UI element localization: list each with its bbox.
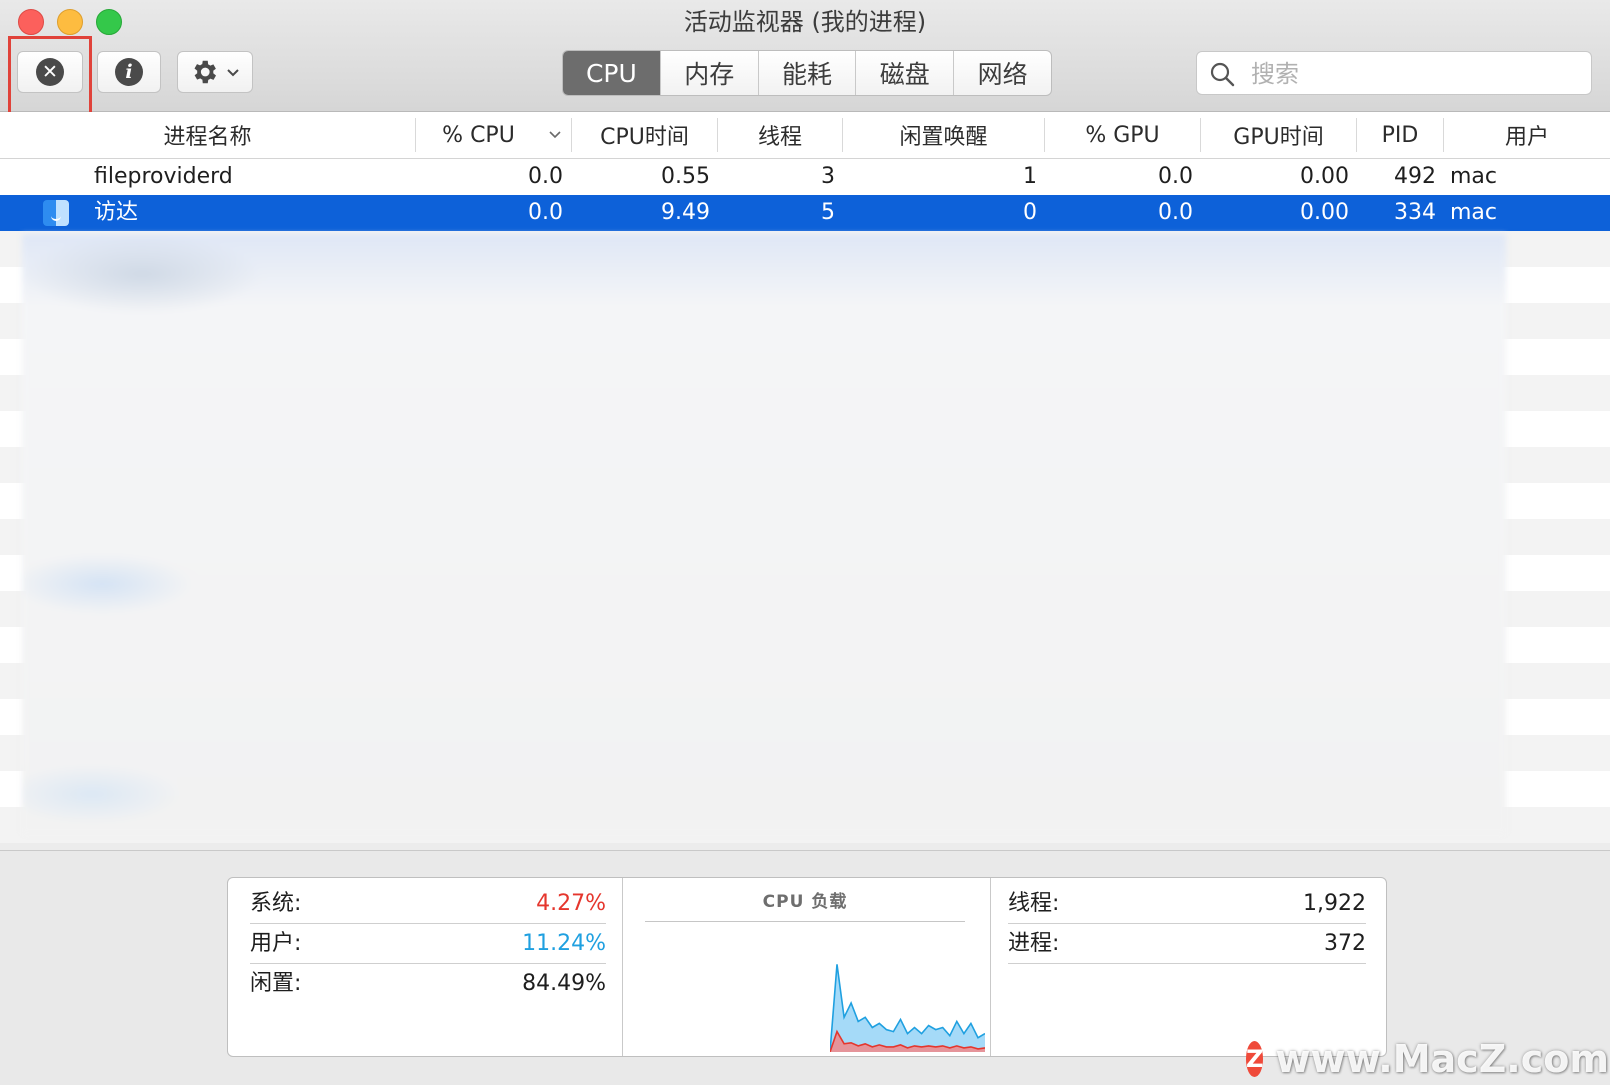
info-circle-icon: i (115, 58, 143, 86)
cpu-percent: 0.0 (528, 200, 563, 225)
stat-user: 用户: 11.24% (250, 924, 606, 964)
threads: 5 (821, 200, 835, 225)
column-header-pid[interactable]: PID (1357, 112, 1443, 158)
search-field[interactable] (1196, 51, 1592, 96)
column-header-idle-wakeups[interactable]: 闲置唤醒 (843, 112, 1044, 158)
threads: 3 (821, 164, 835, 189)
x-circle-icon: ✕ (36, 58, 64, 86)
cpu-percent: 0.0 (528, 164, 563, 189)
gpu-time: 0.00 (1300, 200, 1349, 225)
pid: 492 (1394, 164, 1436, 189)
stat-system-value: 4.27% (536, 891, 606, 916)
stat-idle-label: 闲置: (250, 971, 302, 996)
search-icon (1210, 62, 1235, 87)
window-title: 活动监视器 (我的进程) (683, 8, 927, 36)
gpu-percent: 0.0 (1158, 164, 1193, 189)
title-bar: 活动监视器 (我的进程) ✕ i CPU 内存 能耗 磁盘 网络 (0, 0, 1610, 112)
stat-threads: 线程: 1,922 (1008, 884, 1366, 924)
idle-wakeups: 0 (1023, 200, 1037, 225)
sort-descending-icon (549, 131, 561, 139)
stat-idle: 闲置: 84.49% (250, 964, 606, 1004)
tab-network[interactable]: 网络 (953, 51, 1051, 95)
tab-disk[interactable]: 磁盘 (855, 51, 953, 95)
quit-process-button[interactable]: ✕ (17, 51, 83, 93)
user: mac (1450, 200, 1498, 225)
column-header-cpu-time[interactable]: CPU时间 (572, 112, 717, 158)
blurred-content-overlay (22, 234, 1506, 834)
stat-user-label: 用户: (250, 931, 302, 956)
column-header-gpu-time[interactable]: GPU时间 (1201, 112, 1356, 158)
stat-threads-label: 线程: (1008, 891, 1060, 916)
tab-cpu[interactable]: CPU (563, 51, 660, 95)
table-row-selected[interactable]: 访达 0.0 9.49 5 0 0.0 0.00 334 mac (0, 195, 1610, 231)
table-row[interactable]: fileproviderd 0.0 0.55 3 1 0.0 0.00 492 … (0, 159, 1610, 195)
stat-processes-value: 372 (1324, 931, 1366, 956)
tab-memory[interactable]: 内存 (659, 51, 758, 95)
pid: 334 (1394, 200, 1436, 225)
cpu-load-chart (830, 964, 985, 1052)
cpu-load-chart-title: CPU 负载 (762, 892, 848, 912)
gear-icon (194, 60, 216, 84)
gpu-time: 0.00 (1300, 164, 1349, 189)
watermark: Z www.MacZ.com (1246, 1036, 1609, 1082)
watermark-logo: Z (1246, 1041, 1264, 1077)
search-input[interactable] (1249, 52, 1583, 96)
stat-processes: 进程: 372 (1008, 924, 1366, 964)
table-header: 进程名称 % CPU CPU时间 线程 闲置唤醒 % GPU GPU时间 PID… (0, 112, 1610, 159)
chevron-down-icon (227, 69, 239, 77)
column-header-cpu-percent[interactable]: % CPU (416, 112, 571, 158)
process-name: fileproviderd (94, 164, 233, 189)
cpu-time: 9.49 (661, 200, 710, 225)
stat-processes-label: 进程: (1008, 931, 1060, 956)
stat-system: 系统: 4.27% (250, 884, 606, 924)
inspect-process-button[interactable]: i (97, 51, 161, 93)
column-header-user[interactable]: 用户 (1444, 112, 1610, 158)
column-header-threads[interactable]: 线程 (718, 112, 842, 158)
finder-icon (43, 200, 69, 226)
stat-idle-value: 84.49% (522, 971, 606, 996)
process-name: 访达 (94, 200, 139, 225)
view-tabs: CPU 内存 能耗 磁盘 网络 (562, 50, 1052, 96)
tab-energy[interactable]: 能耗 (757, 51, 856, 95)
column-header-cpu-percent-label: % CPU (442, 122, 515, 148)
watermark-text: www.MacZ.com (1275, 1037, 1609, 1081)
stat-user-value: 11.24% (522, 931, 606, 956)
column-header-process-name[interactable]: 进程名称 (0, 112, 415, 158)
stat-system-label: 系统: (250, 891, 302, 916)
idle-wakeups: 1 (1023, 164, 1037, 189)
cpu-time: 0.55 (661, 164, 710, 189)
stat-threads-value: 1,922 (1303, 891, 1366, 916)
column-header-gpu-percent[interactable]: % GPU (1045, 112, 1200, 158)
gpu-percent: 0.0 (1158, 200, 1193, 225)
actions-menu-button[interactable] (177, 51, 253, 93)
user: mac (1450, 164, 1498, 189)
